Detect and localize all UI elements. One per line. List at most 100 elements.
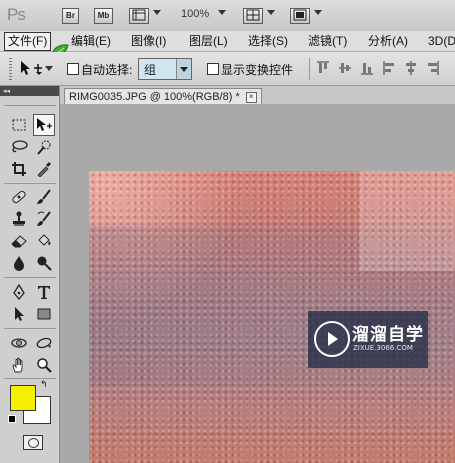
spot-healing-icon xyxy=(12,190,26,204)
path-selection-tool[interactable] xyxy=(8,303,30,325)
swap-colors-icon[interactable]: ↰ xyxy=(40,380,48,390)
eyedropper-icon xyxy=(37,162,51,177)
paint-bucket-tool[interactable] xyxy=(33,230,55,252)
align-vertical-center-icon[interactable] xyxy=(338,60,352,76)
default-colors-icon[interactable] xyxy=(8,415,16,423)
hand-icon xyxy=(12,357,23,373)
eraser-icon xyxy=(11,235,27,248)
clone-stamp-icon xyxy=(13,211,25,226)
auto-select-checkbox[interactable] xyxy=(67,63,79,75)
3d-rotate-icon xyxy=(11,338,27,348)
options-grip[interactable] xyxy=(9,58,12,80)
rectangle-tool[interactable] xyxy=(33,303,55,325)
eraser-tool[interactable] xyxy=(8,230,30,252)
document-tab-bar: RIMG0035.JPG @ 100%(RGB/8) * × xyxy=(60,86,455,105)
align-right-icon[interactable] xyxy=(426,60,440,76)
type-icon xyxy=(38,286,50,299)
document-area: RIMG0035.JPG @ 100%(RGB/8) * × 溜溜自学 ZIXUE… xyxy=(60,86,455,463)
align-bottom-icon[interactable] xyxy=(360,60,374,76)
tools-divider xyxy=(4,277,56,278)
screen-mode-button[interactable] xyxy=(290,8,310,24)
dodge-icon xyxy=(37,256,52,271)
close-icon[interactable]: × xyxy=(245,91,257,103)
zoom-tool[interactable] xyxy=(33,354,55,376)
watermark: 溜溜自学 ZIXUE.3066.COM xyxy=(308,311,428,368)
launch-bridge-button[interactable]: Br xyxy=(62,8,79,24)
align-top-icon[interactable] xyxy=(316,60,330,76)
history-brush-tool[interactable] xyxy=(33,208,55,230)
type-tool[interactable] xyxy=(33,281,55,303)
pen-tool[interactable] xyxy=(8,281,30,303)
tool-preset-dropdown-icon[interactable] xyxy=(45,66,53,71)
arrange-documents-icon xyxy=(246,9,260,21)
move-tool[interactable] xyxy=(33,114,55,136)
tools-divider xyxy=(4,328,56,329)
watermark-brand: 溜溜自学 xyxy=(352,325,424,345)
menu-image[interactable]: 图像(I) xyxy=(131,31,166,51)
menu-edit[interactable]: 编辑(E) xyxy=(71,31,111,51)
tools-panel: ◂◂ ↰ xyxy=(0,86,60,463)
watermark-url: ZIXUE.3066.COM xyxy=(353,344,413,352)
current-tool-move-icon[interactable] xyxy=(18,59,44,81)
quick-selection-tool[interactable] xyxy=(33,136,55,158)
marquee-icon xyxy=(12,119,26,131)
arrange-documents-button[interactable] xyxy=(243,8,263,24)
align-horizontal-center-icon[interactable] xyxy=(404,60,418,76)
screen-mode-dropdown-icon[interactable] xyxy=(314,10,322,15)
zoom-dropdown-icon[interactable] xyxy=(218,10,226,15)
align-left-icon[interactable] xyxy=(382,60,396,76)
hand-tool[interactable] xyxy=(8,354,30,376)
screen-mode-icon xyxy=(293,9,307,21)
view-extras-icon xyxy=(132,9,146,21)
crop-tool[interactable] xyxy=(8,158,30,180)
clone-stamp-tool[interactable] xyxy=(8,208,30,230)
spot-healing-brush-tool[interactable] xyxy=(8,186,30,208)
view-extras-dropdown-icon[interactable] xyxy=(153,10,161,15)
history-brush-icon xyxy=(37,211,51,226)
eyedropper-tool[interactable] xyxy=(33,158,55,180)
menu-layer[interactable]: 图层(L) xyxy=(189,31,228,51)
pen-icon xyxy=(13,284,25,300)
menu-3d[interactable]: 3D(D xyxy=(428,31,455,51)
menu-select[interactable]: 选择(S) xyxy=(248,31,288,51)
paint-bucket-icon xyxy=(38,234,51,246)
rectangular-marquee-tool[interactable] xyxy=(8,114,30,136)
chevron-down-icon[interactable] xyxy=(176,59,191,79)
document-tab-title: RIMG0035.JPG @ 100%(RGB/8) * xyxy=(69,91,240,103)
rectangle-icon xyxy=(37,308,51,320)
auto-select-dropdown[interactable]: 组 xyxy=(138,58,192,80)
path-selection-icon xyxy=(15,307,24,321)
collapse-icon[interactable]: ◂◂ xyxy=(3,87,10,95)
dodge-tool[interactable] xyxy=(33,252,55,274)
brush-tool[interactable] xyxy=(33,186,55,208)
menu-file[interactable]: 文件(F) xyxy=(4,32,52,51)
launch-mini-bridge-button[interactable]: Mb xyxy=(94,8,113,24)
tools-panel-header[interactable]: ◂◂ xyxy=(0,86,59,96)
menu-analysis[interactable]: 分析(A) xyxy=(368,31,408,51)
auto-select-value: 组 xyxy=(144,63,157,77)
view-extras-button[interactable] xyxy=(129,8,149,24)
blur-icon xyxy=(14,256,24,271)
foreground-color-swatch[interactable] xyxy=(10,385,36,411)
3d-orbit-tool[interactable] xyxy=(33,332,55,354)
document-tab[interactable]: RIMG0035.JPG @ 100%(RGB/8) * × xyxy=(64,88,262,105)
arrange-dropdown-icon[interactable] xyxy=(267,10,275,15)
show-transform-checkbox[interactable] xyxy=(207,63,219,75)
zoom-level[interactable]: 100% xyxy=(181,8,209,20)
move-icon xyxy=(37,118,52,131)
tools-divider xyxy=(4,183,56,184)
quick-mask-button[interactable] xyxy=(23,435,43,450)
blur-tool[interactable] xyxy=(8,252,30,274)
3d-rotate-tool[interactable] xyxy=(8,332,30,354)
lasso-tool[interactable] xyxy=(8,136,30,158)
lasso-icon xyxy=(12,140,28,153)
photoshop-logo: Ps xyxy=(7,5,26,24)
3d-orbit-icon xyxy=(36,337,52,349)
menu-filter[interactable]: 滤镜(T) xyxy=(308,31,347,51)
play-logo-icon xyxy=(314,321,350,357)
show-transform-label: 显示变换控件 xyxy=(221,63,294,77)
brush-icon xyxy=(37,189,51,204)
tools-divider xyxy=(4,378,56,379)
application-bar: Ps Br Mb 100% xyxy=(0,0,455,31)
zoom-icon xyxy=(37,358,52,373)
